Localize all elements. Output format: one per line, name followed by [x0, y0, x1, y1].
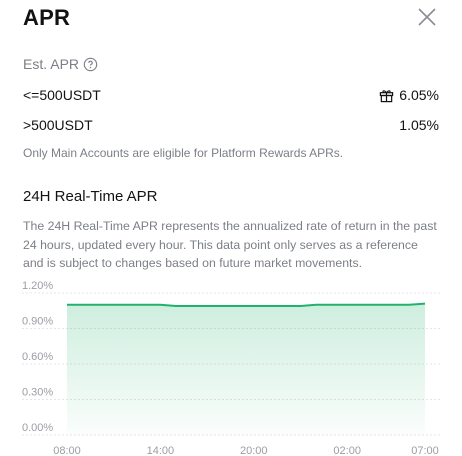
y-tick-label: 0.90%: [22, 316, 53, 328]
chart-line: [67, 302, 426, 307]
y-tick-label: 0.00%: [22, 422, 53, 434]
close-icon[interactable]: [416, 6, 438, 28]
section-title: 24H Real-Time APR: [23, 188, 158, 205]
x-tick-label: 02:00: [333, 445, 361, 456]
x-tick-label: 14:00: [147, 445, 175, 456]
chart-area: [67, 303, 425, 435]
dialog-title: APR: [23, 5, 71, 30]
section-description: The 24H Real-Time APR represents the ann…: [23, 219, 437, 270]
x-tick-label: 20:00: [240, 445, 268, 456]
x-tick-label: 08:00: [53, 445, 81, 456]
tier-row-1: <=500USDT 6.05%: [23, 87, 439, 103]
tier-value: 6.05%: [399, 87, 439, 103]
tier-label: >500USDT: [23, 117, 93, 133]
eligibility-note: Only Main Accounts are eligible for Plat…: [23, 146, 344, 160]
help-circle-icon[interactable]: [83, 57, 98, 72]
y-tick-label: 0.60%: [22, 351, 53, 363]
tier-value-group: 6.05%: [379, 87, 439, 103]
gift-icon: [380, 89, 394, 102]
tier-value: 1.05%: [399, 117, 439, 133]
x-tick-label: 07:00: [411, 445, 439, 456]
apr-chart: 0.00% 0.30% 0.60% 0.90% 1.20% 08:00 14:00 20:00…: [22, 280, 440, 456]
tier-row-2: >500USDT 1.05%: [23, 117, 439, 133]
y-tick-label: 1.20%: [22, 280, 53, 292]
est-apr: Est. APR: [23, 56, 98, 72]
tier-label: <=500USDT: [23, 87, 101, 103]
est-apr-label: Est. APR: [23, 56, 80, 72]
y-tick-label: 0.30%: [22, 387, 53, 399]
